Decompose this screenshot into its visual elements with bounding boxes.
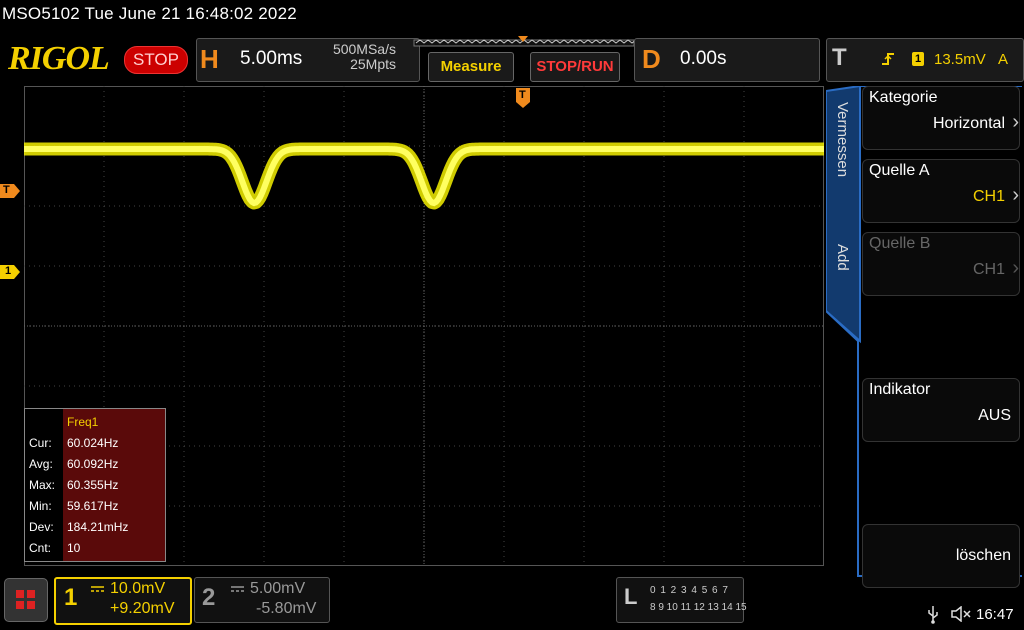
delay-panel[interactable] <box>634 38 820 82</box>
dc-coupling-icon <box>91 586 104 592</box>
trigger-mode: A <box>998 51 1009 68</box>
measurement-value: 60.092Hz <box>67 457 119 471</box>
side-menu-item-1[interactable]: Quelle A CH1 › <box>862 159 1020 223</box>
measurement-title: Freq1 <box>67 415 99 429</box>
stop-run-button[interactable]: STOP/RUN <box>530 52 620 82</box>
measurement-label: Max: <box>29 478 56 492</box>
chevron-right-icon: › <box>1012 184 1019 206</box>
horizontal-label: H <box>200 44 219 74</box>
measurement-label: Avg: <box>29 457 53 471</box>
trigger-level: 13.5mV <box>934 51 986 68</box>
measurement-label: Min: <box>29 499 52 513</box>
side-menu-value: Horizontal <box>932 115 1005 132</box>
measurement-panel: Freq1 Cur: 60.024Hz Avg: 60.092Hz Max: 60.355… <box>24 408 166 562</box>
grid-icon <box>16 590 35 609</box>
trigger-edge-icon <box>882 53 894 65</box>
delay-value: 0.00s <box>680 48 727 69</box>
measurement-label: Cur: <box>29 436 52 450</box>
measurement-value: 59.617Hz <box>67 499 119 513</box>
ch1-offset: +9.20mV <box>110 600 175 617</box>
ch1-number: 1 <box>64 584 78 611</box>
tab-add[interactable]: Add <box>834 244 851 271</box>
side-menu-item-2: Quelle B CH1 › <box>862 232 1020 296</box>
trigger-panel[interactable] <box>826 38 1024 82</box>
model-datetime: MSO5102 Tue June 21 16:48:02 2022 <box>2 4 297 23</box>
measurement-label: Dev: <box>29 520 54 534</box>
side-menu-item-4[interactable]: löschen <box>862 524 1020 588</box>
trigger-source-badge: 1 <box>912 52 924 66</box>
measurement-value: 60.355Hz <box>67 478 119 492</box>
memory-depth: 25Mpts <box>350 56 396 72</box>
run-status-badge[interactable]: STOP <box>124 46 188 74</box>
logic-channels-8-15: 8 9 10 11 12 13 14 15 <box>650 602 747 613</box>
side-menu-label: Quelle B <box>869 235 931 252</box>
ch2-scale: 5.00mV <box>250 580 306 597</box>
side-menu-item-0[interactable]: Kategorie Horizontal › <box>862 86 1020 150</box>
delay-label: D <box>642 44 661 74</box>
ch1-scale: 10.0mV <box>110 580 166 597</box>
sample-rate-info: 500MSa/s 25Mpts <box>320 42 396 72</box>
side-menu-label: Indikator <box>869 381 931 398</box>
trigger-level-marker[interactable]: T <box>0 184 22 203</box>
timebase-scale: 5.00ms <box>240 48 303 69</box>
measurement-value: 184.21mHz <box>67 520 129 534</box>
side-menu-label: Kategorie <box>869 89 938 106</box>
measurement-value: 60.024Hz <box>67 436 119 450</box>
logic-label: L <box>624 584 638 609</box>
side-menu-value: AUS <box>978 407 1011 424</box>
chevron-right-icon: › <box>1012 257 1019 279</box>
logic-channels-0-7: 0 1 2 3 4 5 6 7 <box>650 585 729 596</box>
dc-coupling-icon <box>231 586 244 592</box>
chevron-right-icon: › <box>1012 111 1019 133</box>
trigger-position-marker[interactable]: T <box>516 88 530 113</box>
rigol-logo: RIGOL <box>8 40 110 77</box>
main-menu-button[interactable] <box>4 578 48 622</box>
ch1-offset-marker[interactable]: 1 <box>0 265 22 284</box>
measurement-label: Cnt: <box>29 541 52 555</box>
side-menu-value: CH1 <box>972 261 1005 278</box>
side-menu-value: CH1 <box>972 188 1005 205</box>
side-menu-value: löschen <box>955 547 1011 564</box>
clock: 16:47 <box>976 606 1014 623</box>
tab-vermessen[interactable]: Vermessen <box>834 102 851 177</box>
side-menu-label: Quelle A <box>869 162 930 179</box>
ch1-waveform <box>24 142 824 210</box>
speaker-muted-icon[interactable] <box>950 606 972 622</box>
measure-button[interactable]: Measure <box>428 52 514 82</box>
ch2-number: 2 <box>202 584 216 611</box>
measurement-value: 10 <box>67 541 81 555</box>
trigger-label: T <box>832 44 847 71</box>
side-menu-item-3[interactable]: Indikator AUS <box>862 378 1020 442</box>
sample-rate: 500MSa/s <box>332 41 396 57</box>
memory-position-bar <box>413 36 636 47</box>
ch2-offset: -5.80mV <box>256 600 317 617</box>
usb-icon <box>928 606 938 624</box>
